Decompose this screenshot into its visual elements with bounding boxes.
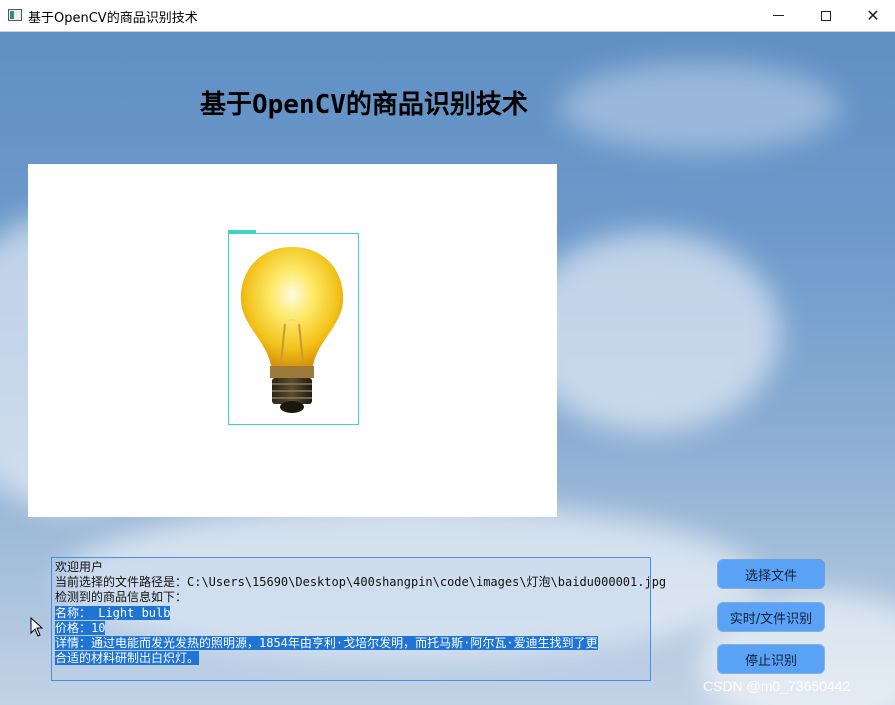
- product-name-text: 名称： Light bulb: [55, 605, 171, 620]
- cloud-shape: [560, 62, 840, 152]
- page-title: 基于OpenCV的商品识别技术: [200, 90, 528, 120]
- stop-recognize-button[interactable]: 停止识别: [718, 645, 824, 673]
- app-icon: [8, 9, 22, 21]
- cloud-shape: [520, 232, 780, 432]
- minimize-button[interactable]: [755, 0, 801, 31]
- maximize-icon: [821, 10, 831, 21]
- product-price-text: 价格：10: [55, 620, 106, 635]
- close-icon: ✕: [866, 6, 880, 25]
- detected-info-header: 检测到的商品信息如下：: [55, 590, 188, 605]
- file-path-text: 当前选择的文件路径是：C:\Users\15690\Desktop\400sha…: [55, 575, 667, 590]
- product-detail-text-cont: 合适的材料研制出白炽灯。: [55, 651, 200, 666]
- light-bulb-image: [240, 247, 344, 413]
- close-button[interactable]: ✕: [850, 0, 895, 31]
- mouse-cursor-icon: [30, 617, 44, 637]
- product-detail-text: 详情：通过电能而发光发热的照明源，1854年由亨利·戈培尔发明，而托马斯·阿尔瓦…: [55, 636, 598, 651]
- image-display: [28, 164, 557, 517]
- select-file-button[interactable]: 选择文件: [718, 560, 824, 588]
- minimize-icon: [772, 15, 784, 16]
- window-title: 基于OpenCV的商品识别技术: [28, 11, 198, 26]
- sky-background: 基于OpenCV的商品识别技术 欢迎用户 当前选择的文件路径是：C:\Users…: [0, 32, 895, 705]
- watermark-text: CSDN @m0_73650442: [703, 678, 851, 694]
- result-info-box[interactable]: 欢迎用户 当前选择的文件路径是：C:\Users\15690\Desktop\4…: [51, 557, 667, 681]
- maximize-button[interactable]: [803, 0, 849, 31]
- realtime-file-recognize-button[interactable]: 实时/文件识别: [718, 603, 824, 631]
- welcome-text: 欢迎用户: [55, 560, 104, 574]
- window-titlebar: 基于OpenCV的商品识别技术 ✕: [0, 0, 895, 32]
